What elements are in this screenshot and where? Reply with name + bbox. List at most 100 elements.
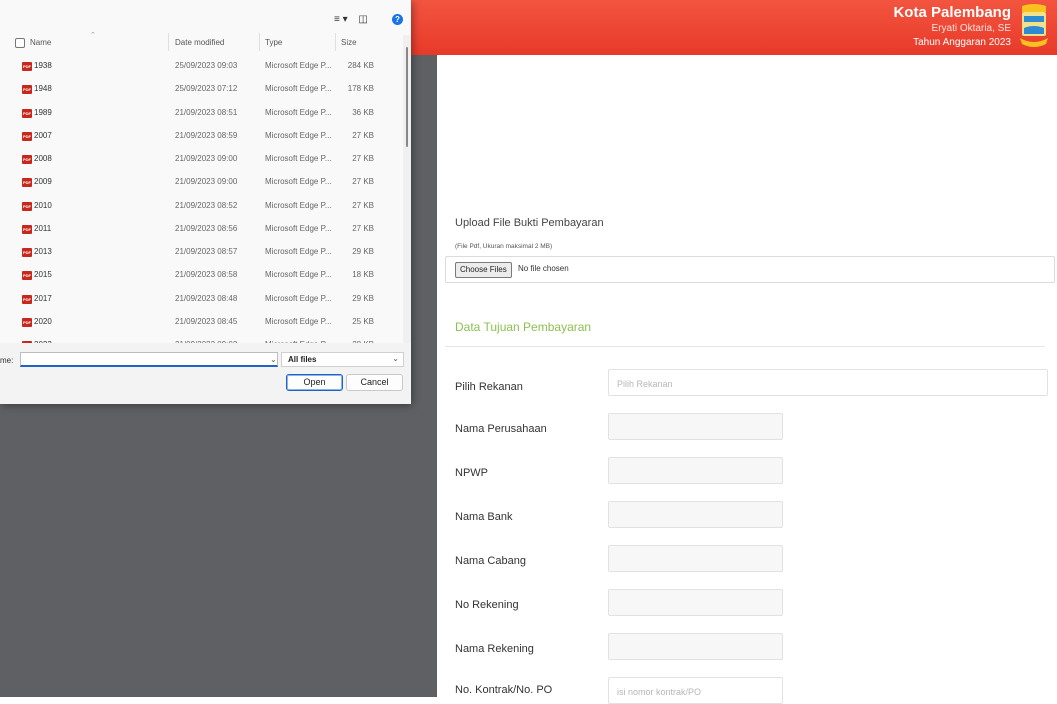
view-menu-icon[interactable]: ≡ ▾ bbox=[334, 14, 348, 25]
column-size[interactable]: Size bbox=[341, 38, 357, 47]
file-name: 2020 bbox=[34, 316, 52, 326]
column-type[interactable]: Type bbox=[265, 38, 282, 47]
file-date: 21/09/2023 08:57 bbox=[175, 247, 238, 256]
file-name: 2015 bbox=[34, 270, 52, 280]
file-date: 21/09/2023 08:58 bbox=[175, 270, 238, 280]
form-content: Upload File Bukti Pembayaran (File Pdf, … bbox=[437, 55, 1057, 704]
upload-label: Upload File Bukti Pembayaran bbox=[455, 217, 604, 229]
pdf-file-icon: PDF bbox=[22, 317, 32, 327]
perusahaan-field[interactable] bbox=[608, 413, 783, 440]
file-row[interactable]: PDF 2015 21/09/2023 08:58 Microsoft Edge P.… bbox=[0, 265, 403, 288]
column-name[interactable]: Name bbox=[30, 38, 51, 47]
header-year: Tahun Anggaran 2023 bbox=[913, 37, 1011, 48]
section-title: Data Tujuan Pembayaran bbox=[455, 320, 592, 334]
scrollbar-thumb[interactable] bbox=[406, 47, 408, 147]
header-title: Kota Palembang bbox=[893, 4, 1011, 21]
pdf-file-icon: PDF bbox=[22, 271, 32, 281]
file-row[interactable]: PDF 2008 21/09/2023 09:00 Microsoft Edge P.… bbox=[0, 149, 403, 172]
file-name: 1938 bbox=[34, 61, 52, 70]
field-label-npwp: NPWP bbox=[455, 467, 488, 479]
file-name: 1948 bbox=[34, 84, 52, 94]
pdf-file-icon: PDF bbox=[22, 178, 32, 188]
file-row[interactable]: PDF 2010 21/09/2023 08:52 Microsoft Edge P.… bbox=[0, 196, 403, 219]
file-type: Microsoft Edge P... bbox=[265, 84, 332, 94]
file-row[interactable]: PDF 2020 21/09/2023 08:45 Microsoft Edge P.… bbox=[0, 312, 403, 335]
field-label-perusahaan: Nama Perusahaan bbox=[455, 423, 547, 435]
file-type: Microsoft Edge P... bbox=[265, 247, 332, 256]
cabang-field[interactable] bbox=[608, 545, 783, 572]
file-row[interactable]: PDF 2013 21/09/2023 08:57 Microsoft Edge P.… bbox=[0, 242, 403, 265]
file-date: 21/09/2023 08:51 bbox=[175, 107, 238, 117]
bank-field[interactable] bbox=[608, 501, 783, 528]
file-date: 25/09/2023 09:03 bbox=[175, 61, 238, 70]
npwp-field[interactable] bbox=[608, 457, 783, 484]
file-name: 2008 bbox=[34, 154, 52, 163]
file-row[interactable]: PDF 2011 21/09/2023 08:56 Microsoft Edge P.… bbox=[0, 219, 403, 242]
chevron-down-icon[interactable]: ⌄ bbox=[270, 355, 277, 364]
file-status: No file chosen bbox=[518, 264, 569, 273]
filename-label: me: bbox=[0, 356, 14, 365]
file-size: 36 KB bbox=[352, 107, 374, 117]
file-row[interactable]: PDF 1938 25/09/2023 09:03 Microsoft Edge P.… bbox=[0, 56, 403, 79]
file-name: 2010 bbox=[34, 200, 52, 210]
file-row[interactable]: PDF 2017 21/09/2023 08:48 Microsoft Edge P.… bbox=[0, 289, 403, 312]
file-type: Microsoft Edge P... bbox=[265, 293, 332, 303]
filename-input[interactable] bbox=[20, 352, 278, 367]
file-type: Microsoft Edge P... bbox=[265, 270, 332, 280]
file-type: Microsoft Edge P... bbox=[265, 154, 332, 163]
pdf-file-icon: PDF bbox=[22, 224, 32, 234]
column-divider bbox=[259, 33, 260, 51]
nama-rekening-field[interactable] bbox=[608, 633, 783, 660]
file-name: 2011 bbox=[34, 223, 52, 233]
header-user: Eryati Oktaria, SE bbox=[931, 23, 1011, 34]
pdf-file-icon: PDF bbox=[22, 248, 32, 257]
field-label-rekening: No Rekening bbox=[455, 599, 519, 611]
field-label-nama-rekening: Nama Rekening bbox=[455, 643, 534, 655]
pdf-file-icon: PDF bbox=[22, 294, 32, 304]
pdf-file-icon: PDF bbox=[22, 85, 32, 95]
file-row[interactable]: PDF 1948 25/09/2023 07:12 Microsoft Edge P.… bbox=[0, 79, 403, 102]
column-date[interactable]: Date modified bbox=[175, 38, 224, 47]
column-divider bbox=[335, 33, 336, 51]
field-label-kontrak: No. Kontrak/No. PO bbox=[455, 684, 553, 696]
file-type: Microsoft Edge P... bbox=[265, 107, 332, 117]
kontrak-field[interactable]: isi nomor kontrak/PO bbox=[608, 677, 783, 704]
file-input[interactable]: Choose Files No file chosen bbox=[445, 256, 1055, 283]
file-date: 21/09/2023 08:48 bbox=[175, 293, 238, 303]
file-name: 2013 bbox=[34, 247, 52, 256]
pdf-file-icon: PDF bbox=[22, 62, 32, 71]
file-type: Microsoft Edge P... bbox=[265, 61, 332, 70]
file-date: 21/09/2023 08:52 bbox=[175, 200, 238, 210]
file-row[interactable]: PDF 2009 21/09/2023 09:00 Microsoft Edge P.… bbox=[0, 172, 403, 195]
file-size: 27 KB bbox=[352, 200, 374, 210]
file-type: Microsoft Edge P... bbox=[265, 177, 332, 187]
file-size: 178 KB bbox=[347, 84, 374, 94]
help-icon[interactable]: ? bbox=[392, 14, 403, 25]
pdf-file-icon: PDF bbox=[22, 201, 32, 211]
rekanan-select[interactable]: Pilih Rekanan bbox=[608, 369, 1048, 396]
section-divider bbox=[445, 346, 1045, 347]
file-row[interactable]: PDF 2007 21/09/2023 08:59 Microsoft Edge P.… bbox=[0, 126, 403, 149]
file-date: 21/09/2023 08:59 bbox=[175, 130, 238, 140]
cancel-button[interactable]: Cancel bbox=[346, 374, 403, 391]
chevron-down-icon: ⌄ bbox=[392, 354, 399, 363]
file-open-dialog: ≡ ▾ ◫ ? ⌃ Name Date modified Type Size P… bbox=[0, 0, 411, 404]
file-date: 21/09/2023 08:56 bbox=[175, 223, 238, 233]
file-type-select[interactable]: All files ⌄ bbox=[281, 352, 404, 367]
file-name: 2009 bbox=[34, 177, 52, 187]
city-emblem-icon bbox=[1020, 4, 1048, 47]
file-size: 18 KB bbox=[352, 270, 374, 280]
file-size: 27 KB bbox=[352, 177, 374, 187]
preview-pane-icon[interactable]: ◫ bbox=[358, 14, 367, 25]
select-all-checkbox[interactable] bbox=[15, 38, 25, 48]
field-label-rekanan: Pilih Rekanan bbox=[455, 381, 523, 393]
column-divider bbox=[168, 33, 169, 51]
open-button[interactable]: Open bbox=[286, 374, 343, 391]
file-size: 284 KB bbox=[347, 61, 374, 70]
file-row[interactable]: PDF 1989 21/09/2023 08:51 Microsoft Edge P.… bbox=[0, 103, 403, 126]
file-size: 27 KB bbox=[352, 223, 374, 233]
file-size: 25 KB bbox=[352, 316, 374, 326]
file-size: 27 KB bbox=[352, 130, 374, 140]
rekening-field[interactable] bbox=[608, 589, 783, 616]
choose-files-button[interactable]: Choose Files bbox=[455, 262, 512, 278]
